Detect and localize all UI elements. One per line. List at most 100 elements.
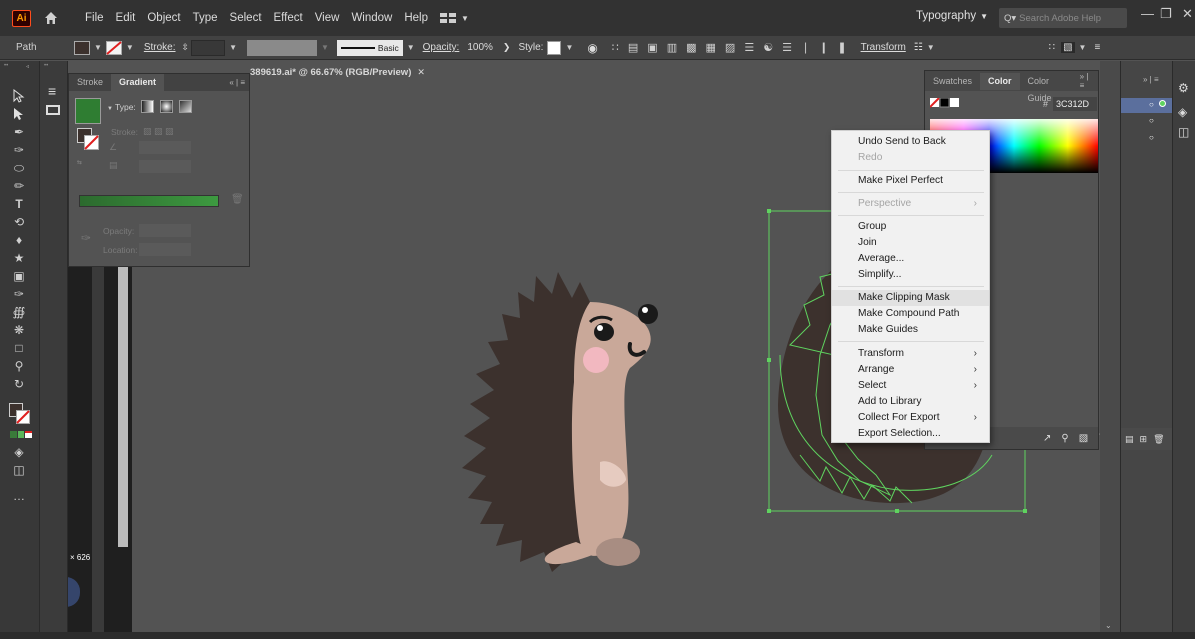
menu-item-arrange[interactable]: Arrange ›	[832, 362, 989, 378]
menu-item-make-clipping-mask[interactable]: Make Clipping Mask	[832, 290, 989, 306]
chevron-down-icon[interactable]: ▼	[94, 43, 102, 52]
visibility-circle-icon[interactable]: ○	[1149, 133, 1154, 142]
more-tools-icon[interactable]: …	[10, 489, 28, 503]
grid-align-icon[interactable]: ∷	[612, 41, 619, 54]
tab-color[interactable]: Color	[980, 72, 1020, 90]
arrange-documents-button[interactable]: ▼	[440, 12, 469, 24]
opacity-value[interactable]: 100%	[467, 42, 493, 53]
eraser-tool-icon[interactable]: ♦	[10, 233, 28, 247]
tab-color-guide[interactable]: Color Guide	[1020, 73, 1080, 103]
close-icon[interactable]: ✕	[1182, 6, 1193, 22]
shape-builder-tool-icon[interactable]: ★	[10, 251, 28, 265]
visibility-circle-icon[interactable]: ○	[1149, 116, 1154, 125]
menu-item-select[interactable]: Select ›	[832, 378, 989, 394]
menu-item-collect-for-export[interactable]: Collect For Export ›	[832, 410, 989, 426]
variable-width-profile[interactable]	[247, 39, 317, 56]
angle-field[interactable]	[139, 141, 191, 154]
gradient-slider[interactable]	[79, 195, 219, 207]
gradient-mode-icon[interactable]	[17, 431, 25, 438]
chevron-down-icon[interactable]: ▼	[927, 43, 935, 52]
fill-stroke-mini-swatch[interactable]	[77, 128, 99, 150]
chevron-down-icon[interactable]: ▼	[565, 43, 573, 52]
stroke-weight-field[interactable]	[191, 39, 226, 56]
selection-handle[interactable]	[767, 358, 771, 362]
menu-item-make-pixel-perfect[interactable]: Make Pixel Perfect	[832, 173, 989, 189]
chevron-down-icon[interactable]: ▼	[107, 106, 113, 112]
gradient-preview-swatch[interactable]	[75, 98, 101, 124]
menu-item-join[interactable]: Join	[832, 235, 989, 251]
menu-window[interactable]: Window	[345, 12, 398, 24]
chevron-down-icon[interactable]: ▼	[126, 43, 134, 52]
distribute-left-icon[interactable]: ❘	[801, 41, 810, 54]
ellipse-tool-icon[interactable]: ⬭	[10, 161, 28, 175]
vertical-scrollbar[interactable]: ⌄	[1100, 61, 1120, 639]
none-mode-icon[interactable]	[25, 431, 33, 438]
menu-effect[interactable]: Effect	[268, 12, 309, 24]
libraries-icon[interactable]: ⚙	[1178, 81, 1189, 95]
arrange-panels-icon[interactable]: ∷	[1049, 42, 1055, 53]
stroke-weight-stepper[interactable]: ⇳	[182, 42, 190, 53]
reverse-gradient-icon[interactable]: ⇆	[77, 160, 82, 167]
menu-help[interactable]: Help	[398, 12, 434, 24]
panel-menu-icon[interactable]: » | ≡	[1143, 75, 1159, 84]
type-tool-icon[interactable]: T	[10, 197, 28, 211]
selection-handle[interactable]	[895, 509, 899, 513]
isolate-icon[interactable]: ☷	[914, 42, 923, 53]
symbol-sprayer-tool-icon[interactable]: ❋	[10, 323, 28, 337]
curvature-tool-icon[interactable]: ✑	[10, 143, 28, 157]
distribute-top-icon[interactable]: ☰	[744, 41, 754, 54]
more-options-icon[interactable]: ≡	[1094, 42, 1100, 53]
transform-label[interactable]: Transform	[861, 42, 906, 53]
visibility-circle-icon[interactable]: ○	[1149, 100, 1154, 109]
menu-item-average[interactable]: Average...	[832, 251, 989, 267]
menu-item-simplify[interactable]: Simplify...	[832, 267, 989, 283]
zoom-tool-icon[interactable]: ⚲	[10, 359, 28, 373]
blend-tool-icon[interactable]: ∰	[10, 305, 28, 319]
linear-gradient-button[interactable]	[141, 100, 154, 113]
eyedropper-tool-icon[interactable]: ✑	[10, 287, 28, 301]
scroll-thumb[interactable]	[118, 267, 128, 547]
style-swatch[interactable]	[547, 40, 562, 55]
close-icon[interactable]: ✕	[417, 67, 425, 78]
tab-swatches[interactable]: Swatches	[925, 73, 980, 90]
align-left-icon[interactable]: ▤	[628, 41, 638, 54]
brush-definition[interactable]: Basic	[336, 39, 403, 56]
align-right-icon[interactable]: ▥	[667, 41, 677, 54]
selection-handle[interactable]	[1023, 509, 1027, 513]
menu-item-make-guides[interactable]: Make Guides	[832, 322, 989, 338]
trash-icon[interactable]: 🗑	[1153, 434, 1164, 445]
distribute-vcenter-icon[interactable]: ☯	[763, 41, 773, 54]
hex-field[interactable]: 3C312D	[1053, 97, 1097, 111]
distribute-bottom-icon[interactable]: ☰	[782, 41, 792, 54]
gradient-tool-icon[interactable]: ▣	[10, 269, 28, 283]
menu-object[interactable]: Object	[141, 12, 186, 24]
search-icon[interactable]: ⚲	[1061, 433, 1068, 444]
chevron-down-icon[interactable]: ▼	[321, 43, 329, 52]
stroke-label[interactable]: Stroke:	[144, 42, 176, 53]
delete-stop-icon[interactable]: 🗑	[231, 194, 244, 205]
artboard-tool-icon[interactable]: □	[10, 341, 28, 355]
recolor-artwork-icon[interactable]: ◉	[587, 41, 597, 55]
distribute-hcenter-icon[interactable]: ❙	[819, 41, 828, 54]
home-icon[interactable]	[43, 10, 59, 26]
new-layer-icon[interactable]: ▧	[1079, 433, 1088, 444]
menu-item-group[interactable]: Group	[832, 219, 989, 235]
radial-gradient-button[interactable]	[160, 100, 173, 113]
stroke-none-swatch[interactable]	[16, 410, 30, 424]
menu-view[interactable]: View	[309, 12, 346, 24]
direct-selection-tool-icon[interactable]	[10, 107, 28, 121]
stroke-panel-icon[interactable]	[46, 105, 60, 115]
align-bottom-icon[interactable]: ▨	[725, 41, 735, 54]
selection-tool-icon[interactable]	[10, 88, 28, 103]
export-icon[interactable]: ↗	[1043, 433, 1051, 444]
workspace-switcher[interactable]: Typography ▼	[916, 10, 988, 22]
properties-panel-icon[interactable]: ≡	[48, 83, 56, 99]
menu-select[interactable]: Select	[224, 12, 268, 24]
collapse-panel-icon[interactable]: « | ≡	[229, 78, 245, 87]
chevron-right-icon[interactable]: ❯	[503, 42, 511, 53]
pen-tool-icon[interactable]: ✒	[10, 125, 28, 139]
location-field[interactable]	[139, 243, 191, 256]
eyedropper-icon[interactable]: ✑	[81, 231, 91, 245]
align-top-icon[interactable]: ▩	[686, 41, 696, 54]
collapse-panel-icon[interactable]: ◃	[26, 63, 29, 70]
